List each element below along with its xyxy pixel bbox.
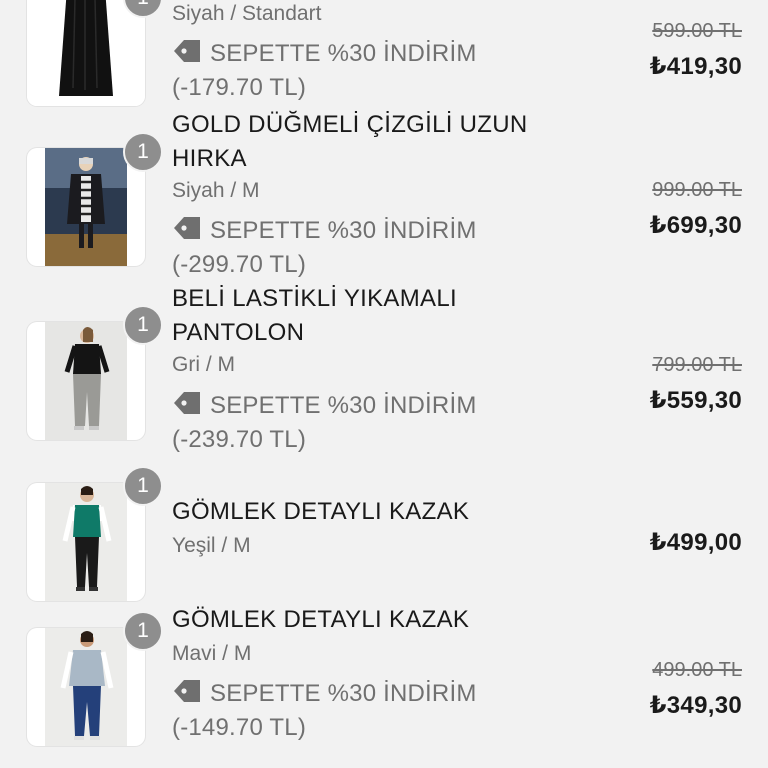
- original-price: 799.00 TL: [652, 354, 742, 376]
- product-image[interactable]: [27, 148, 145, 266]
- product-variant: Siyah / Standart: [172, 2, 322, 25]
- discount-amount: (-179.70 TL): [172, 74, 307, 101]
- discount-info: SEPETTE %30 İNDİRİM: [172, 389, 477, 426]
- price-tag-icon: [172, 678, 202, 714]
- discount-amount: (-239.70 TL): [172, 426, 307, 453]
- original-price: 499.00 TL: [652, 659, 742, 681]
- quantity-badge: 1: [123, 305, 163, 345]
- product-title[interactable]: BELİ LASTİKLİ YIKAMALI PANTOLON: [172, 282, 592, 350]
- current-price: ₺499,00: [649, 529, 742, 556]
- quantity-badge: 1: [123, 466, 163, 506]
- current-price: ₺419,30: [649, 53, 742, 80]
- product-title-line: GÖMLEK DETAYLI KAZAK: [172, 498, 470, 525]
- original-price: 999.00 TL: [652, 179, 742, 201]
- discount-info: SEPETTE %30 İNDİRİM: [172, 214, 477, 251]
- discount-amount: (-299.70 TL): [172, 251, 307, 278]
- product-title[interactable]: GÖMLEK DETAYLI KAZAK: [172, 603, 592, 637]
- price-tag-icon: [172, 215, 202, 251]
- product-image[interactable]: [27, 0, 145, 106]
- trousers-image: [45, 322, 127, 440]
- product-title-line: HIRKA: [172, 145, 247, 172]
- product-image[interactable]: [27, 628, 145, 746]
- price-tag-icon: [172, 38, 202, 74]
- discount-label: SEPETTE %30 İNDİRİM: [210, 392, 477, 419]
- product-title[interactable]: GOLD DÜĞMELİ ÇİZGİLİ UZUN HIRKA: [172, 108, 592, 176]
- skirt-image: [27, 0, 145, 106]
- discount-label: SEPETTE %30 İNDİRİM: [210, 40, 477, 67]
- current-price: ₺349,30: [649, 692, 742, 719]
- quantity-badge: 1: [123, 611, 163, 651]
- product-variant: Gri / M: [172, 353, 235, 376]
- product-variant: Siyah / M: [172, 179, 260, 202]
- product-title-line: GÖMLEK DETAYLI KAZAK: [172, 606, 470, 633]
- quantity-badge: 1: [123, 132, 163, 172]
- sweater-image: [45, 628, 127, 746]
- discount-info: SEPETTE %30 İNDİRİM: [172, 677, 477, 714]
- discount-amount: (-149.70 TL): [172, 714, 307, 741]
- product-variant: Mavi / M: [172, 642, 252, 665]
- cardigan-image: [45, 148, 127, 266]
- product-image[interactable]: [27, 483, 145, 601]
- product-image[interactable]: [27, 322, 145, 440]
- product-title-line: GOLD DÜĞMELİ ÇİZGİLİ UZUN: [172, 111, 528, 138]
- sweater-image: [45, 483, 127, 601]
- current-price: ₺699,30: [649, 212, 742, 239]
- product-title-line: PANTOLON: [172, 319, 305, 346]
- price-tag-icon: [172, 390, 202, 426]
- cart-items-list: 1 Siyah / Standart SEPETTE %30 İNDİRİM (…: [0, 0, 768, 768]
- original-price: 599.00 TL: [652, 20, 742, 42]
- product-title-line: BELİ LASTİKLİ YIKAMALI: [172, 285, 457, 312]
- product-title[interactable]: GÖMLEK DETAYLI KAZAK: [172, 495, 592, 529]
- discount-label: SEPETTE %30 İNDİRİM: [210, 217, 477, 244]
- current-price: ₺559,30: [649, 387, 742, 414]
- discount-info: SEPETTE %30 İNDİRİM: [172, 37, 477, 74]
- product-variant: Yeşil / M: [172, 534, 251, 557]
- discount-label: SEPETTE %30 İNDİRİM: [210, 680, 477, 707]
